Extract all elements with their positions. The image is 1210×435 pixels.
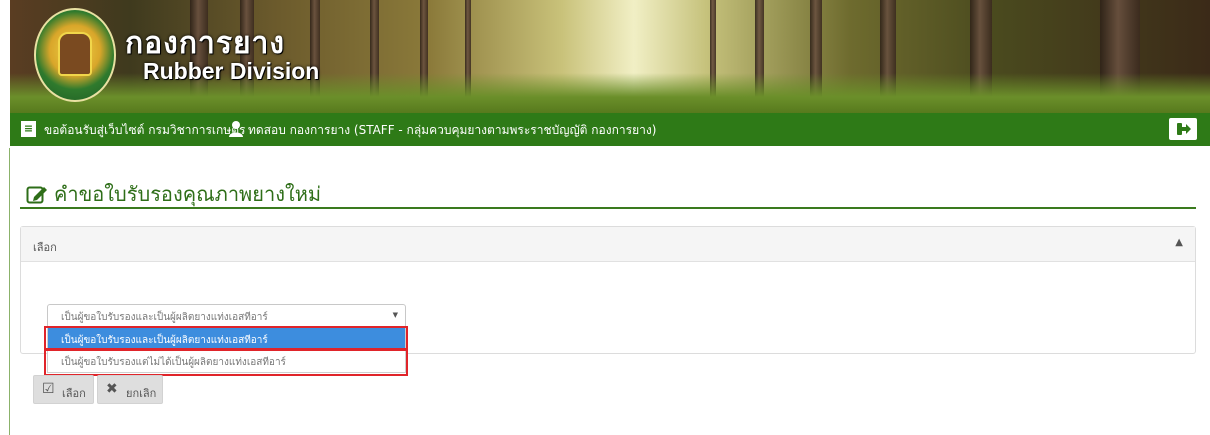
applicant-type-select[interactable]: เป็นผู้ขอใบรับรองและเป็นผู้ผลิตยางแท่งเอ… (47, 304, 406, 328)
brand-english-title: Rubber Division (143, 58, 320, 84)
current-user-text: ทดสอบ กองการยาง (STAFF - กลุ่มควบคุมยางต… (248, 123, 657, 137)
welcome-text: ขอต้อนรับสู่เว็บไซต์ กรมวิชาการเกษตร (44, 123, 246, 137)
check-icon: ☑ (42, 381, 55, 397)
caret-down-icon: ▼ (392, 311, 398, 319)
cancel-button[interactable]: ✖ ยกเลิก (97, 375, 163, 404)
cancel-button-label: ยกเลิก (126, 387, 157, 400)
top-navbar: ≡ ขอต้อนรับสู่เว็บไซต์ กรมวิชาการเกษตร ท… (10, 113, 1210, 146)
select-current-value: เป็นผู้ขอใบรับรองและเป็นผู้ผลิตยางแท่งเอ… (61, 312, 268, 323)
close-icon: ✖ (106, 381, 118, 397)
panel-title: เลือก (33, 241, 57, 254)
page-title-text: คำขอใบรับรองคุณภาพยางใหม่ (54, 182, 322, 206)
edit-icon (26, 186, 47, 204)
header-banner: กองการยาง Rubber Division (10, 0, 1210, 113)
content-left-border (9, 148, 10, 435)
user-icon (229, 121, 243, 137)
choose-button-label: เลือก (62, 387, 86, 400)
logout-icon (1177, 123, 1191, 135)
chevron-up-icon[interactable]: ▲ (1175, 237, 1183, 248)
title-divider (20, 207, 1196, 209)
logout-button[interactable] (1169, 118, 1197, 140)
department-logo (34, 8, 116, 102)
panel-header[interactable]: เลือก ▲ (21, 227, 1195, 262)
highlight-box-option-2 (44, 348, 408, 376)
page-title: คำขอใบรับรองคุณภาพยางใหม่ (26, 178, 321, 210)
menu-icon[interactable]: ≡ (21, 121, 36, 137)
choose-button[interactable]: ☑ เลือก (33, 375, 94, 404)
